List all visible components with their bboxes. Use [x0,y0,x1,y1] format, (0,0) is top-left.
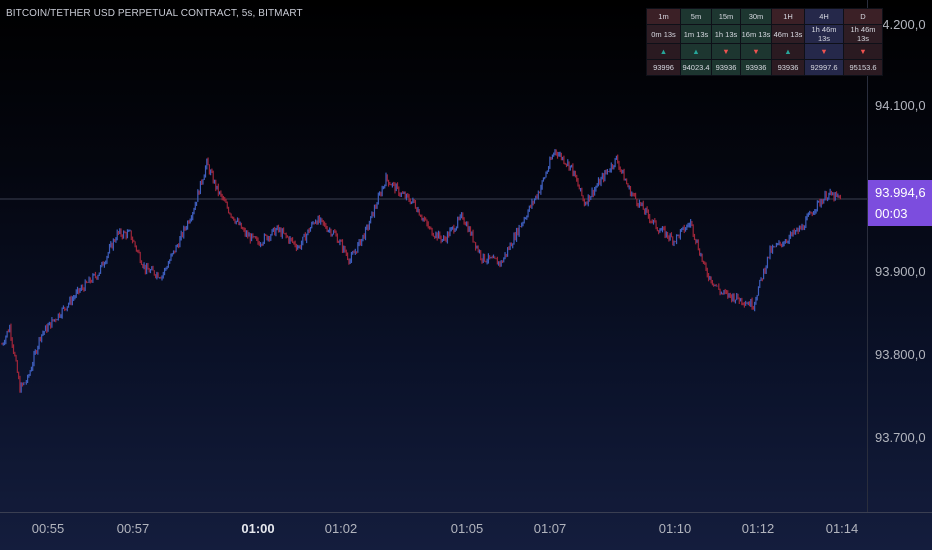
x-tick-label: 00:57 [116,521,150,536]
x-tick-label: 01:12 [741,521,775,536]
tf-direction-up-icon: ▲ [646,43,681,60]
x-axis-separator [0,512,932,513]
tf-direction-down-icon: ▼ [843,43,883,60]
tf-time: 46m 13s [771,24,805,44]
tf-time: 1h 46m 13s [843,24,883,44]
tf-header-30m: 30m [740,8,772,25]
tf-header-15m: 15m [711,8,741,25]
bar-countdown: 00:03 [875,206,908,221]
x-tick-label: 00:55 [31,521,65,536]
tf-time: 1h 46m 13s [804,24,844,44]
x-tick-label: 01:10 [658,521,692,536]
y-tick-label: 94.100,0 [875,98,926,113]
x-tick-label: 01:07 [533,521,567,536]
y-tick-label: 93.700,0 [875,430,926,445]
tf-value: 95153.6 [843,59,883,76]
tf-header-5m: 5m [680,8,712,25]
tf-time: 16m 13s [740,24,772,44]
x-tick-label: 01:14 [825,521,859,536]
tf-header-d: D [843,8,883,25]
tf-direction-down-icon: ▼ [804,43,844,60]
x-tick-label: 01:00 [241,521,275,536]
tf-value: 94023.4 [680,59,712,76]
timeframe-table: 1m 5m 15m 30m 1H 4H D 0m 13s 1m 13s 1h 1… [646,8,883,76]
tf-time: 0m 13s [646,24,681,44]
current-price-value: 93.994,6 [875,185,926,200]
tf-header-1h: 1H [771,8,805,25]
y-tick-label: 93.900,0 [875,264,926,279]
tf-direction-up-icon: ▲ [680,43,712,60]
tf-time: 1h 13s [711,24,741,44]
tf-direction-down-icon: ▼ [711,43,741,60]
y-tick-label: 93.800,0 [875,347,926,362]
tf-value: 92997.6 [804,59,844,76]
tf-header-1m: 1m [646,8,681,25]
tf-time: 1m 13s [680,24,712,44]
chart-window: { "title": "BITCOIN/TETHER USD PERPETUAL… [0,0,932,550]
x-tick-label: 01:05 [450,521,484,536]
current-price-tag: 93.994,6 00:03 [868,180,932,226]
y-axis-separator [867,0,868,512]
tf-value: 93936 [771,59,805,76]
tf-value: 93936 [740,59,772,76]
x-tick-label: 01:02 [324,521,358,536]
chart-title: BITCOIN/TETHER USD PERPETUAL CONTRACT, 5… [6,8,303,19]
tf-direction-down-icon: ▼ [740,43,772,60]
tf-header-4h: 4H [804,8,844,25]
tf-value: 93996 [646,59,681,76]
tf-direction-up-icon: ▲ [771,43,805,60]
price-chart[interactable] [0,0,932,550]
tf-value: 93936 [711,59,741,76]
